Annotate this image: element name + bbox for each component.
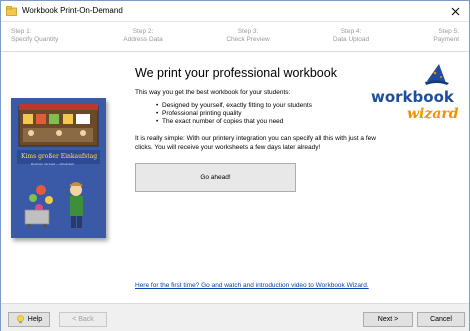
close-icon [451, 7, 459, 16]
app-icon [6, 6, 17, 16]
button-bar: Help < Back Next > Cancel [1, 303, 469, 331]
lightbulb-icon [16, 315, 24, 324]
page-heading: We print your professional workbook [135, 66, 337, 80]
step-4: Step 4: Data Upload [323, 28, 379, 44]
intro-video-link[interactable]: Here for the first time? Go and watch an… [135, 282, 369, 289]
feature-list: Designed by yourself, exactly fitting to… [156, 102, 312, 126]
step-label: Specify Quantity [11, 36, 59, 43]
step-number: Step 2: [132, 28, 154, 35]
close-button[interactable] [441, 1, 469, 22]
cover-illustration [11, 98, 106, 238]
workbook-cover-image: Kims großer Einkaufstag Rechnen mit Geld… [11, 98, 106, 238]
cover-subtitle: Rechnen mit Geld — Arbeitsheft [31, 162, 74, 166]
feature-item: The exact number of copies that you need [156, 118, 312, 126]
step-5: Step 5: Payment [411, 28, 459, 44]
back-button[interactable]: < Back [59, 312, 107, 327]
step-label: Address Data [123, 36, 163, 43]
intro-text: This way you get the best workbook for y… [135, 89, 291, 96]
help-label: Help [27, 316, 43, 323]
step-label: Check Preview [226, 36, 270, 43]
feature-item: Professional printing quality [156, 110, 312, 118]
step-label: Data Upload [332, 36, 370, 43]
workbook-wizard-logo: workbook wizard [371, 64, 459, 121]
step-number: Step 3: [237, 28, 259, 35]
step-2: Step 2: Address Data [113, 28, 173, 44]
next-button[interactable]: Next > [363, 312, 413, 327]
go-ahead-button[interactable]: Go ahead! [135, 163, 296, 192]
step-number: Step 1: [11, 28, 32, 35]
title-bar: Workbook Print-On-Demand [1, 1, 469, 22]
feature-item: Designed by yourself, exactly fitting to… [156, 102, 312, 110]
step-indicator: Step 1: Specify Quantity Step 2: Address… [1, 22, 469, 52]
step-3: Step 3: Check Preview [216, 28, 280, 44]
help-button[interactable]: Help [8, 312, 50, 327]
step-number: Step 5: [438, 28, 459, 35]
description-text: It is really simple: With our printery i… [135, 135, 376, 151]
cover-title: Kims großer Einkaufstag [21, 153, 98, 160]
step-number: Step 4: [340, 28, 362, 35]
step-1: Step 1: Specify Quantity [11, 28, 58, 44]
step-label: Payment [433, 36, 459, 43]
logo-text-wizard: wizard [407, 106, 459, 121]
cancel-button[interactable]: Cancel [417, 312, 465, 327]
window-title: Workbook Print-On-Demand [22, 6, 123, 15]
logo-text-workbook: workbook [371, 88, 455, 106]
wizard-window: Workbook Print-On-Demand Step 1: Specify… [0, 0, 470, 331]
